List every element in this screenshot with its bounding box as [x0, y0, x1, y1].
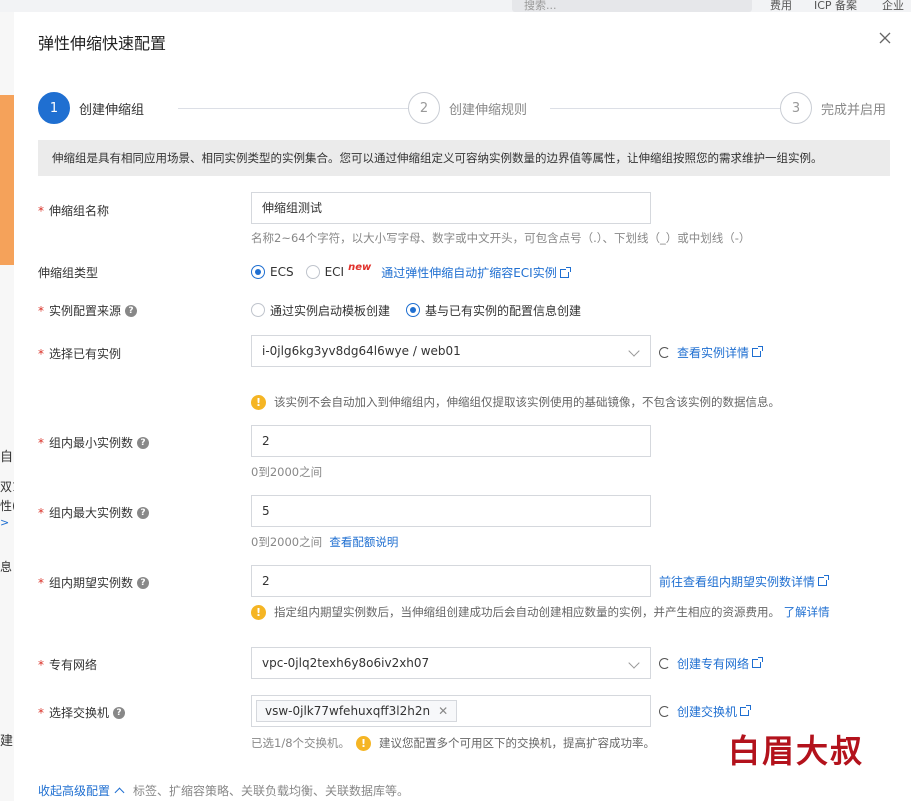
- radio-existing-instance[interactable]: 基与已有实例的配置信息创建: [406, 302, 581, 319]
- radio-checked-icon[interactable]: [406, 303, 421, 317]
- chevron-down-icon: [628, 345, 640, 357]
- radio-unchecked-icon[interactable]: [305, 265, 320, 279]
- step-3: 3 完成并启用: [780, 92, 886, 124]
- max-instances-input[interactable]: 5: [251, 495, 651, 527]
- chevron-down-icon: [628, 657, 640, 669]
- group-name-label: * 伸缩组名称: [38, 203, 110, 219]
- group-type-radios: ECS ECI new 通过弹性伸缩自动扩缩容ECI实例: [251, 261, 571, 282]
- help-icon[interactable]: ?: [137, 576, 150, 589]
- step-2: 2 创建伸缩规则: [408, 92, 527, 124]
- step-connector: [178, 108, 408, 109]
- desired-instances-label: * 组内期望实例数?: [38, 574, 150, 591]
- existing-instance-select[interactable]: i-0jlg6kg3yv8dg64l6wye / web01: [251, 335, 651, 367]
- external-link-icon: [559, 266, 571, 278]
- info-bar: 伸缩组是具有相同应用场景、相同实例类型的实例集合。您可以通过伸缩组定义可容纳实例…: [38, 140, 890, 176]
- config-source-label: * 实例配置来源?: [38, 302, 138, 319]
- vswitch-select[interactable]: vsw-0jlk77wfehuxqff3l2h2n ✕: [251, 695, 651, 727]
- advanced-config: 收起高级配置 标签、扩缩容策略、关联负载均衡、关联数据库等。: [38, 782, 409, 799]
- step-label: 创建伸缩组: [79, 102, 145, 118]
- steps: 1 创建伸缩组 2 创建伸缩规则 3 完成并启用: [38, 92, 890, 124]
- help-icon[interactable]: ?: [125, 304, 138, 317]
- radio-eci[interactable]: ECI new: [305, 261, 372, 279]
- radio-checked-icon[interactable]: [251, 265, 265, 279]
- min-instances-hint: 0到2000之间: [251, 465, 323, 479]
- background-fragment: 自: [0, 450, 14, 465]
- step-number: 1: [38, 92, 70, 124]
- background-banner: [0, 95, 14, 265]
- close-icon[interactable]: ✕: [438, 701, 448, 721]
- background-fragment: 双1: [0, 480, 14, 494]
- background-fragment: >: [0, 516, 10, 529]
- background-search: 搜索...: [512, 0, 752, 12]
- view-instance-details[interactable]: 查看实例详情: [659, 344, 764, 361]
- desired-details-link[interactable]: 前往查看组内期望实例数详情: [659, 573, 830, 590]
- warning-icon: !: [356, 735, 372, 751]
- desired-instances-warning: ! 指定组内期望实例数后，当伸缩组创建成功后会自动创建相应数量的实例，并产生相应的…: [251, 604, 830, 620]
- step-label: 完成并启用: [821, 102, 887, 118]
- modal-title: 弹性伸缩快速配置: [38, 34, 167, 53]
- vswitch-warning: 已选1/8个交换机。! 建议您配置多个可用区下的交换机，提高扩容成功率。: [251, 735, 656, 751]
- step-label: 创建伸缩规则: [449, 102, 528, 118]
- refresh-icon[interactable]: [659, 347, 670, 358]
- group-name-input[interactable]: 伸缩组测试: [251, 192, 651, 224]
- collapse-advanced-link[interactable]: 收起高级配置: [38, 782, 110, 799]
- chevron-up-icon[interactable]: [114, 787, 125, 797]
- warning-icon: !: [251, 394, 266, 410]
- step-number: 2: [408, 92, 440, 124]
- vswitch-label: * 选择交换机?: [38, 704, 126, 721]
- max-instances-hint: 0到2000之间 查看配额说明: [251, 535, 399, 549]
- vpc-label: * 专有网络: [38, 657, 98, 673]
- external-link-icon: [818, 575, 830, 586]
- external-link-icon: [752, 657, 764, 668]
- step-1: 1 创建伸缩组: [38, 92, 144, 124]
- warning-icon: !: [251, 604, 266, 620]
- background-fragment: 息: [0, 560, 13, 574]
- external-link-icon: [740, 705, 752, 716]
- existing-instance-label: * 选择已有实例: [38, 346, 122, 362]
- learn-more-link[interactable]: 了解详情: [784, 604, 830, 620]
- step-connector: [550, 108, 782, 109]
- group-name-hint: 名称2~64个字符，以大小写字母、数字或中文开头，可包含点号（.）、下划线（_）…: [251, 231, 751, 245]
- close-icon[interactable]: [877, 30, 893, 46]
- external-link-icon: [752, 346, 764, 357]
- refresh-icon[interactable]: [659, 706, 670, 717]
- min-instances-input[interactable]: 2: [251, 425, 651, 457]
- vswitch-tag: vsw-0jlk77wfehuxqff3l2h2n ✕: [256, 700, 458, 722]
- help-icon[interactable]: ?: [137, 506, 150, 519]
- min-instances-label: * 组内最小实例数?: [38, 434, 150, 451]
- new-badge: new: [348, 261, 372, 273]
- help-icon[interactable]: ?: [113, 706, 126, 719]
- radio-ecs[interactable]: ECS: [251, 265, 294, 279]
- config-source-radios: 通过实例启动模板创建 基与已有实例的配置信息创建: [251, 300, 593, 320]
- refresh-icon[interactable]: [659, 658, 670, 669]
- background-header: 搜索... 费用 ICP 备案 企业: [0, 0, 911, 12]
- advanced-desc: 标签、扩缩容策略、关联负载均衡、关联数据库等。: [133, 784, 410, 798]
- vpc-select[interactable]: vpc-0jlq2texh6y8o6iv2xh07: [251, 647, 651, 679]
- watermark-logo: 白眉大叔: [728, 732, 865, 770]
- max-instances-label: * 组内最大实例数?: [38, 504, 150, 521]
- quota-link[interactable]: 查看配额说明: [329, 535, 398, 549]
- radio-launch-template[interactable]: 通过实例启动模板创建: [251, 302, 390, 319]
- background-fragment: 性(: [0, 499, 14, 513]
- create-vswitch-link[interactable]: 创建交换机: [659, 703, 752, 720]
- group-type-label: 伸缩组类型: [38, 266, 99, 280]
- create-vpc-link[interactable]: 创建专有网络: [659, 655, 764, 672]
- help-icon[interactable]: ?: [137, 436, 150, 449]
- step-number: 3: [780, 92, 812, 124]
- desired-instances-input[interactable]: 2: [251, 565, 651, 597]
- scaling-config-modal: 弹性伸缩快速配置 1 创建伸缩组 2 创建伸缩规则 3 完成并启用 伸缩组是具有…: [14, 12, 911, 801]
- eci-scaling-link[interactable]: 通过弹性伸缩自动扩缩容ECI实例: [381, 264, 571, 281]
- background-fragment: 建(: [0, 734, 14, 749]
- existing-instance-warning: ! 该实例不会自动加入到伸缩组内，伸缩组仅提取该实例使用的基础镜像，不包含该实例的…: [251, 394, 780, 410]
- radio-unchecked-icon[interactable]: [251, 303, 265, 317]
